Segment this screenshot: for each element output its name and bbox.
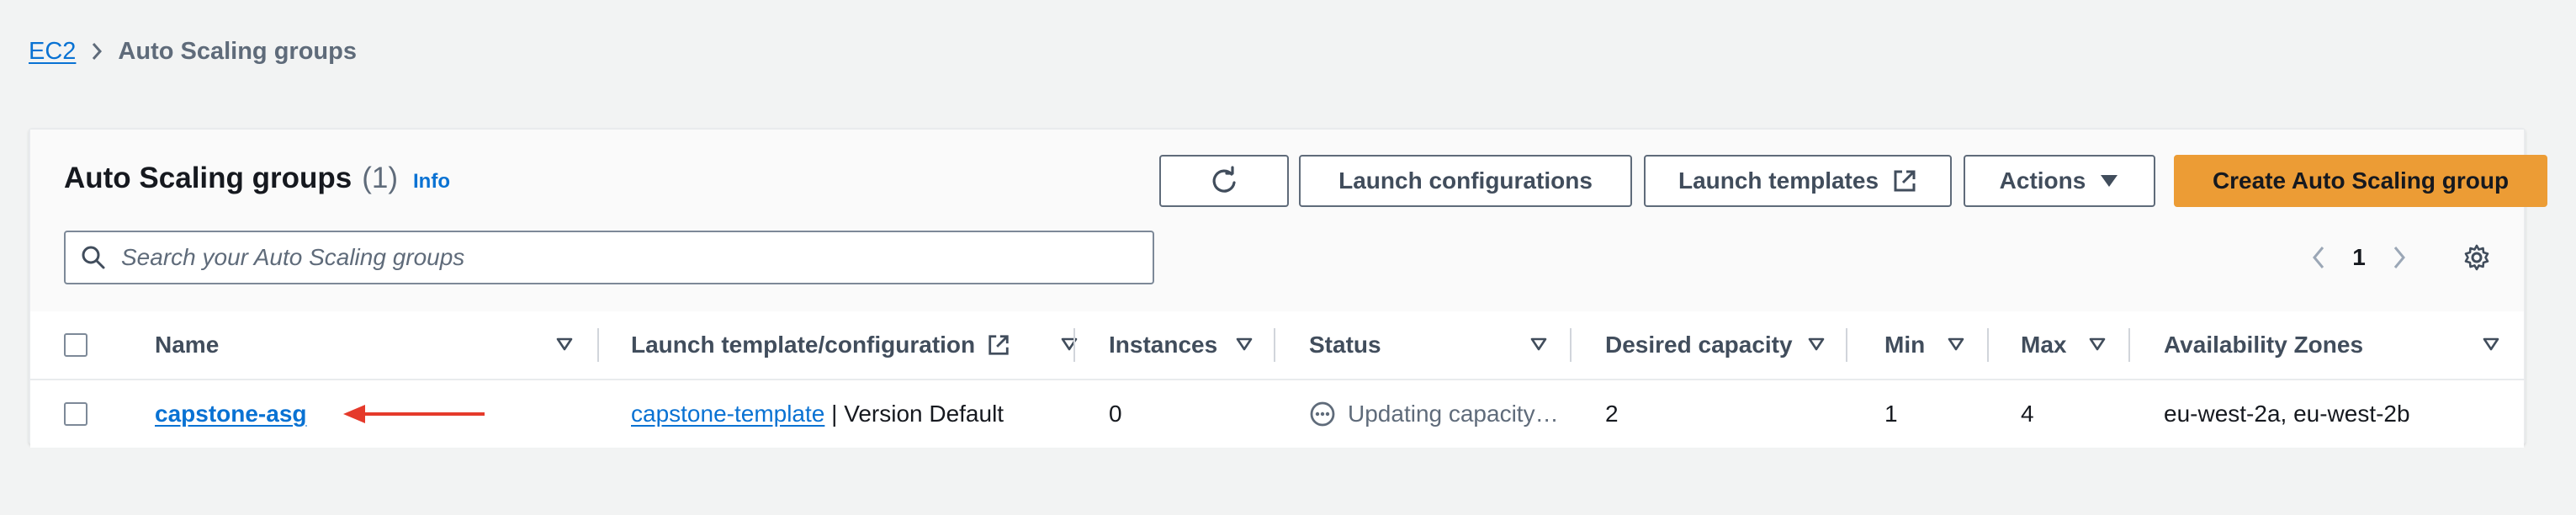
previous-page-button[interactable] (2293, 237, 2344, 278)
column-header-name[interactable]: Name (155, 311, 219, 379)
row-checkbox-cell (64, 380, 87, 448)
sort-min-icon[interactable] (1947, 335, 1965, 353)
next-page-button[interactable] (2374, 237, 2425, 278)
status-text: Updating capacity… (1348, 401, 1559, 427)
availability-zones-cell: eu-west-2a, eu-west-2b (2164, 401, 2410, 427)
row-select-checkbox[interactable] (64, 402, 87, 426)
column-divider (2128, 328, 2130, 362)
desired-capacity-cell: 2 (1605, 401, 1619, 427)
refresh-button[interactable] (1159, 155, 1289, 207)
select-all-checkbox[interactable] (64, 333, 87, 357)
column-header-launch-template[interactable]: Launch template/configuration (631, 311, 1010, 379)
column-header-status[interactable]: Status (1309, 311, 1381, 379)
column-divider (1987, 328, 1989, 362)
table-row[interactable]: capstone-asg capstone-template | Version… (30, 380, 2524, 448)
launch-configurations-button[interactable]: Launch configurations (1299, 155, 1632, 207)
sort-desired-capacity-icon[interactable] (1807, 335, 1826, 353)
launch-configurations-label: Launch configurations (1338, 167, 1593, 194)
caret-down-icon (2101, 175, 2118, 187)
search-input[interactable] (119, 243, 1116, 272)
sort-launch-template-icon[interactable] (1060, 335, 1079, 353)
column-divider (1846, 328, 1847, 362)
title-text: Auto Scaling groups (64, 162, 352, 194)
pagination: 1 (2293, 237, 2425, 278)
auto-scaling-groups-table: Name Launch template/configuration Insta… (30, 311, 2524, 448)
search-icon (82, 246, 105, 269)
launch-template-link[interactable]: capstone-template (631, 401, 824, 427)
actions-dropdown-button[interactable]: Actions (1964, 155, 2155, 207)
sort-status-icon[interactable] (1529, 335, 1548, 353)
launch-template-header-label: Launch template/configuration (631, 332, 976, 358)
panel-header: Auto Scaling groups (1) Info Launch conf… (30, 130, 2547, 313)
launch-templates-label: Launch templates (1678, 167, 1879, 194)
status-cell: Updating capacity… (1309, 380, 1559, 448)
sort-instances-icon[interactable] (1235, 335, 1254, 353)
launch-template-cell: capstone-template | Version Default (631, 380, 1004, 448)
preferences-button[interactable] (2453, 236, 2500, 279)
arrow-left-annotation (343, 405, 485, 423)
in-progress-icon (1310, 401, 1335, 427)
breadcrumb: EC2 Auto Scaling groups (29, 32, 357, 71)
page-title: Auto Scaling groups (1) Info (64, 162, 450, 195)
search-field[interactable] (64, 231, 1154, 284)
actions-label: Actions (1999, 167, 2086, 194)
min-cell: 1 (1884, 401, 1898, 427)
launch-template-version: | Version Default (824, 401, 1004, 427)
column-header-max[interactable]: Max (2021, 311, 2066, 379)
breadcrumb-ec2-link[interactable]: EC2 (29, 38, 76, 66)
column-header-desired-capacity[interactable]: Desired capacity (1605, 311, 1793, 379)
name-cell: capstone-asg (155, 380, 307, 448)
select-all-checkbox-cell (64, 311, 87, 379)
column-divider (1570, 328, 1572, 362)
column-header-availability-zones[interactable]: Availability Zones (2164, 311, 2363, 379)
chevron-right-icon (2393, 247, 2405, 268)
column-header-instances[interactable]: Instances (1109, 311, 1217, 379)
external-link-icon (1894, 170, 1916, 192)
title-count: (1) (362, 162, 399, 194)
breadcrumb-current: Auto Scaling groups (118, 37, 357, 65)
max-cell: 4 (2021, 401, 2034, 427)
chevron-right-icon (76, 41, 118, 61)
instances-cell: 0 (1109, 401, 1122, 427)
column-header-min[interactable]: Min (1884, 311, 1925, 379)
info-link[interactable]: Info (413, 170, 450, 194)
sort-availability-zones-icon[interactable] (2482, 335, 2500, 353)
column-divider (1073, 328, 1075, 362)
chevron-left-icon (2313, 247, 2324, 268)
asg-name-link[interactable]: capstone-asg (155, 401, 307, 427)
current-page-number[interactable]: 1 (2344, 244, 2374, 271)
column-divider (1274, 328, 1275, 362)
create-label: Create Auto Scaling group (2212, 167, 2510, 194)
create-auto-scaling-group-button[interactable]: Create Auto Scaling group (2174, 155, 2547, 207)
sort-name-icon[interactable] (555, 335, 574, 353)
refresh-icon (1212, 166, 1236, 193)
column-divider (597, 328, 599, 362)
launch-templates-button[interactable]: Launch templates (1644, 155, 1952, 207)
external-link-icon (989, 335, 1009, 355)
sort-max-icon[interactable] (2088, 335, 2107, 353)
table-header-row: Name Launch template/configuration Insta… (30, 311, 2524, 380)
gear-icon (2464, 244, 2489, 271)
auto-scaling-groups-panel: Auto Scaling groups (1) Info Launch conf… (29, 128, 2547, 448)
